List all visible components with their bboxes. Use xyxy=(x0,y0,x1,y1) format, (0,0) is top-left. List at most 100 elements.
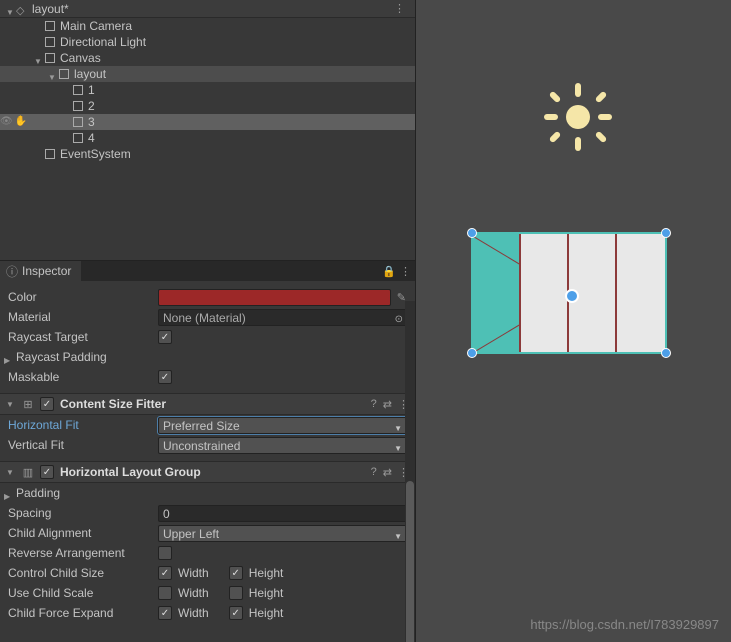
spacing-label: Spacing xyxy=(8,506,158,520)
reverse-arrangement-label: Reverse Arrangement xyxy=(8,546,158,560)
help-icon[interactable]: ? xyxy=(371,398,377,411)
horizontal-fit-label: Horizontal Fit xyxy=(8,418,158,432)
padding-label: Padding xyxy=(16,486,158,500)
gameobject-icon xyxy=(72,84,84,96)
scene-header[interactable]: layout* ⋮ xyxy=(0,0,415,18)
expand-height-checkbox[interactable] xyxy=(229,606,243,620)
foldout-icon[interactable] xyxy=(4,352,14,362)
hierarchy-item-label: 2 xyxy=(88,99,95,113)
scale-height-checkbox[interactable] xyxy=(229,586,243,600)
vertical-fit-dropdown[interactable]: Unconstrained▼ xyxy=(158,437,407,454)
gameobject-icon xyxy=(44,148,56,160)
foldout-icon[interactable] xyxy=(48,69,58,79)
reverse-arrangement-checkbox[interactable] xyxy=(158,546,172,560)
foldout-icon[interactable] xyxy=(6,4,16,14)
gameobject-icon xyxy=(44,36,56,48)
width-label: Width xyxy=(178,606,209,620)
resize-handle[interactable] xyxy=(661,228,671,238)
hierarchy-item[interactable]: 2 xyxy=(0,98,415,114)
hierarchy-item[interactable]: 4 xyxy=(0,130,415,146)
vertical-fit-label: Vertical Fit xyxy=(8,438,158,452)
resize-handle[interactable] xyxy=(467,228,477,238)
layout-child-2[interactable] xyxy=(521,234,569,352)
inspector-tab[interactable]: ⓘ Inspector xyxy=(0,261,81,283)
help-icon[interactable]: ? xyxy=(371,466,377,479)
layout-child-1[interactable] xyxy=(473,234,521,352)
fitter-enable-checkbox[interactable] xyxy=(40,397,54,411)
watermark-text: https://blog.csdn.net/I783929897 xyxy=(530,617,719,632)
expand-width-checkbox[interactable] xyxy=(158,606,172,620)
foldout-icon[interactable] xyxy=(34,53,44,63)
hierarchy-item-label: 3 xyxy=(88,115,95,129)
spacing-field[interactable]: 0 xyxy=(158,505,407,522)
color-field[interactable]: ✎ xyxy=(158,289,391,306)
hierarchy-item[interactable]: layout xyxy=(0,66,415,82)
scrollbar-thumb[interactable] xyxy=(406,481,414,642)
object-picker-icon[interactable]: ⊙ xyxy=(395,312,403,327)
control-width-checkbox[interactable] xyxy=(158,566,172,580)
scene-name: layout* xyxy=(32,2,69,16)
chevron-down-icon: ▼ xyxy=(394,441,402,456)
content-size-fitter-header[interactable]: ▼ ⊞ Content Size Fitter ?⇄⋮ xyxy=(0,393,415,415)
chevron-down-icon: ▼ xyxy=(394,421,402,436)
raycast-target-checkbox[interactable] xyxy=(158,330,172,344)
width-label: Width xyxy=(178,566,209,580)
color-label: Color xyxy=(8,290,158,304)
hierarchy-item[interactable]: 1 xyxy=(0,82,415,98)
height-label: Height xyxy=(249,566,284,580)
material-field[interactable]: None (Material)⊙ xyxy=(158,309,407,326)
maskable-checkbox[interactable] xyxy=(158,370,172,384)
visibility-icon[interactable]: 👁 xyxy=(0,116,13,127)
pickable-icon[interactable]: ✋ xyxy=(15,116,27,127)
width-label: Width xyxy=(178,586,209,600)
preset-icon[interactable]: ⇄ xyxy=(383,466,392,479)
control-child-size-label: Control Child Size xyxy=(8,566,158,580)
info-icon: ⓘ xyxy=(6,263,18,280)
hierarchy-item-label: Main Camera xyxy=(60,19,132,33)
scene-viewport[interactable]: https://blog.csdn.net/I783929897 xyxy=(415,0,731,642)
control-height-checkbox[interactable] xyxy=(229,566,243,580)
foldout-icon[interactable]: ▼ xyxy=(6,468,16,477)
rect-transform-gizmo[interactable] xyxy=(471,232,667,354)
gameobject-icon xyxy=(58,68,70,80)
gameobject-icon xyxy=(72,132,84,144)
material-label: Material xyxy=(8,310,158,324)
horizontal-fit-dropdown[interactable]: Preferred Size▼ xyxy=(158,417,407,434)
height-label: Height xyxy=(249,586,284,600)
gameobject-icon xyxy=(44,52,56,64)
resize-handle[interactable] xyxy=(467,348,477,358)
preset-icon[interactable]: ⇄ xyxy=(383,398,392,411)
hierarchy-item-label: Canvas xyxy=(60,51,101,65)
hierarchy-item[interactable]: Canvas xyxy=(0,50,415,66)
layout-child-4[interactable] xyxy=(617,234,665,352)
hierarchy-item[interactable]: Directional Light xyxy=(0,34,415,50)
context-menu-icon[interactable]: ⋮ xyxy=(394,2,405,15)
foldout-icon[interactable]: ▼ xyxy=(6,400,16,409)
hlg-enable-checkbox[interactable] xyxy=(40,465,54,479)
lock-icon[interactable]: 🔒 xyxy=(382,265,396,278)
child-force-expand-label: Child Force Expand xyxy=(8,606,158,620)
gameobject-icon xyxy=(72,100,84,112)
hierarchy-item[interactable]: EventSystem xyxy=(0,146,415,162)
directional-light-gizmo[interactable] xyxy=(546,85,610,149)
hlg-icon: ▥ xyxy=(20,464,36,480)
hierarchy-item-label: layout xyxy=(74,67,106,81)
hierarchy-item-label: 1 xyxy=(88,83,95,97)
scale-width-checkbox[interactable] xyxy=(158,586,172,600)
horizontal-layout-group-header[interactable]: ▼ ▥ Horizontal Layout Group ?⇄⋮ xyxy=(0,461,415,483)
gameobject-icon xyxy=(72,116,84,128)
maskable-label: Maskable xyxy=(8,370,158,384)
move-tool-icon[interactable] xyxy=(565,289,579,303)
raycast-padding-label: Raycast Padding xyxy=(16,350,158,364)
hierarchy-item[interactable]: 3 xyxy=(0,114,415,130)
inspector-menu-icon[interactable]: ⋮ xyxy=(400,265,411,278)
hierarchy-panel: layout* ⋮ Main CameraDirectional LightCa… xyxy=(0,0,415,261)
gameobject-icon xyxy=(44,20,56,32)
child-alignment-dropdown[interactable]: Upper Left▼ xyxy=(158,525,407,542)
chevron-down-icon: ▼ xyxy=(394,529,402,544)
height-label: Height xyxy=(249,606,284,620)
inspector-scrollbar[interactable] xyxy=(405,301,415,642)
resize-handle[interactable] xyxy=(661,348,671,358)
hierarchy-item[interactable]: Main Camera xyxy=(0,18,415,34)
foldout-icon[interactable] xyxy=(4,488,14,498)
